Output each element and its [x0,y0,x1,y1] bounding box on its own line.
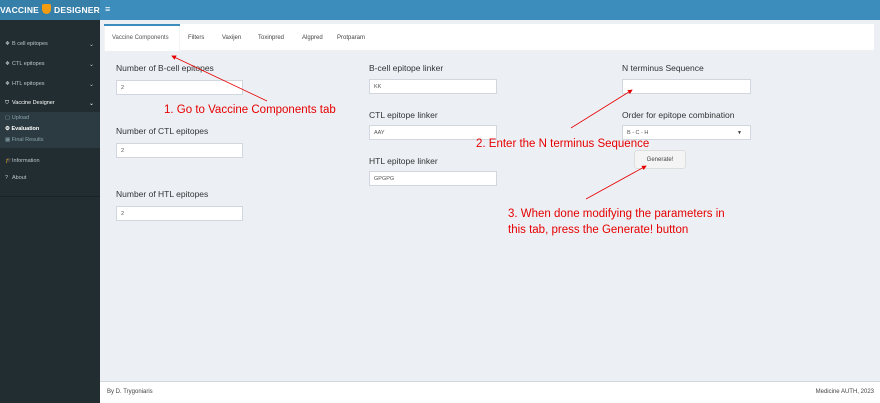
logo-text-right: DESIGNER [54,5,100,15]
nterm-label: N terminus Sequence [622,63,704,73]
htl-count-input[interactable]: 2 [116,206,243,221]
sidebar-submenu: ▢ Upload ⚙ Evaluation ▦ Final Results [0,112,100,148]
bcell-count-input[interactable]: 2 [116,80,243,95]
htl-count-label: Number of HTL epitopes [116,189,209,199]
sidebar-subitem-evaluation[interactable]: ⚙ Evaluation [5,126,39,132]
sidebar-item-about[interactable]: ? About [0,171,100,185]
bcell-linker-label: B-cell epitope linker [369,63,444,73]
tag-icon: ❖ [5,61,10,67]
sidebar-item-htl[interactable]: ❖ HTL epitopes ⌄ [0,77,100,91]
footer: By D. Trygoniaris Medicine AUTH, 2023 [100,381,880,403]
bcell-linker-input[interactable]: KK [369,79,497,94]
logo-text-left: VACCINE [0,5,40,15]
sidebar-item-bcell[interactable]: ❖ B cell epitopes ⌄ [0,37,100,51]
tab-filters[interactable]: Filters [188,35,204,41]
chevron-down-icon: ⌄ [88,81,94,88]
sidebar-item-vaccine-designer[interactable]: ⛉ Vaccine Designer ⌄ [0,96,100,110]
tab-vaxijen[interactable]: Vaxijen [222,35,241,41]
tab-algpred[interactable]: Algpred [302,35,323,41]
htl-linker-input[interactable]: GPGPG [369,171,497,186]
caret-down-icon: ▼ [737,130,742,136]
annotation-step1: 1. Go to Vaccine Components tab [164,104,336,116]
tab-protparam[interactable]: Protparam [337,35,365,41]
ctl-count-label: Number of CTL epitopes [116,126,209,136]
htl-linker-label: HTL epitope linker [369,156,438,166]
generate-button[interactable]: Generate! [634,150,686,169]
app-logo[interactable]: VACCINE DESIGNER [0,0,100,20]
top-header [0,0,880,20]
sidebar-item-label: HTL epitopes [12,81,45,87]
file-icon: ▢ [5,115,11,121]
shield-icon: ⛉ [5,99,10,106]
hamburger-icon[interactable]: ≡ [105,4,113,14]
order-label: Order for epitope combination [622,110,735,120]
tab-toxinpred[interactable]: Toxinpred [258,35,284,41]
ctl-linker-label: CTL epitope linker [369,110,438,120]
sidebar-item-label: Vaccine Designer [12,100,55,106]
footer-copyright: Medicine AUTH, 2023 [815,389,874,395]
tag-icon: ❖ [5,81,10,87]
chevron-down-icon: ⌄ [88,41,94,48]
bcell-count-label: Number of B-cell epitopes [116,63,214,73]
tab-panel [104,24,874,51]
sidebar-divider [0,196,100,197]
annotation-arrows [171,55,647,200]
arrow-step3 [585,165,647,200]
nterm-input[interactable] [622,79,751,94]
chevron-down-icon: ⌄ [88,100,94,107]
question-icon: ? [5,175,9,181]
sidebar-item-label: B cell epitopes [12,41,48,47]
shield-logo-icon [42,4,51,14]
annotation-step2: 2. Enter the N terminus Sequence [476,138,650,150]
sidebar-item-ctl[interactable]: ❖ CTL epitopes ⌄ [0,57,100,71]
ctl-count-input[interactable]: 2 [116,143,243,158]
tab-vaccine-components[interactable]: Vaccine Components [112,35,169,41]
chevron-down-icon: ⌄ [88,61,94,68]
sidebar-subitem-upload[interactable]: ▢ Upload [5,115,29,121]
tag-icon: ❖ [5,41,10,47]
sidebar-subitem-final-results[interactable]: ▦ Final Results [5,137,44,143]
sidebar: ❖ B cell epitopes ⌄ ❖ CTL epitopes ⌄ ❖ H… [0,20,100,403]
active-tab-indicator [104,24,180,26]
table-icon: ▦ [5,137,11,143]
arrow-step2 [570,89,633,129]
annotation-step3: 3. When done modifying the parameters in… [508,208,725,236]
sidebar-item-label: CTL epitopes [12,61,45,67]
sidebar-item-information[interactable]: 🎓 Information [0,154,100,168]
footer-author: By D. Trygoniaris [107,389,153,395]
cogs-icon: ⚙ [5,126,10,132]
graduation-cap-icon: 🎓 [5,158,12,164]
